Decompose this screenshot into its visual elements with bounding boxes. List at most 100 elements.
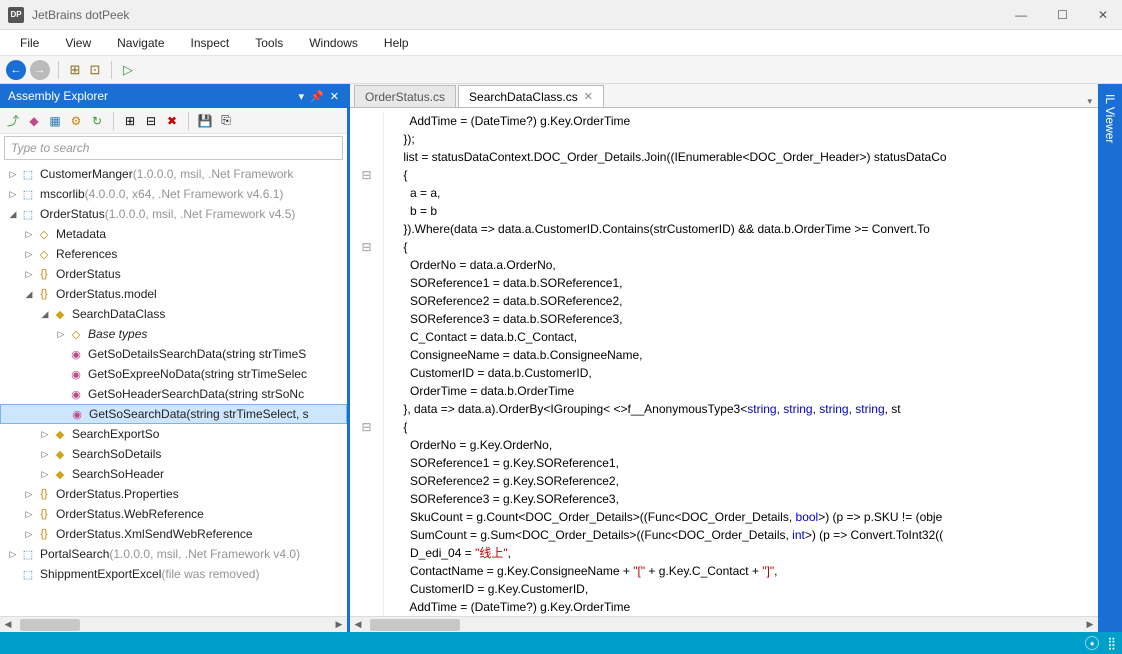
expand-arrow-icon[interactable]: ▷ [6, 549, 20, 560]
expand-arrow-icon[interactable]: ▷ [38, 429, 52, 440]
tree-label: ShippmentExportExcel [40, 567, 161, 581]
assembly-explorer-panel: Assembly Explorer ▾ 📌 ✕ ⤴ ◆ ▦ ⚙ ↻ ⊞ ⊟ ✖ … [0, 84, 350, 632]
il-viewer-tab[interactable]: IL Viewer [1098, 84, 1122, 632]
menu-view[interactable]: View [55, 33, 101, 53]
explorer-hscroll[interactable]: ◀ ▶ [0, 616, 347, 632]
save-icon[interactable]: 💾 [196, 112, 214, 130]
tree-row[interactable]: ▷◆SearchSoHeader [0, 464, 347, 484]
menu-inspect[interactable]: Inspect [181, 33, 240, 53]
tab-searchdataclass-cs[interactable]: SearchDataClass.cs✕ [458, 85, 604, 107]
expand-arrow-icon[interactable]: ◢ [6, 209, 20, 220]
tree-label: OrderStatus [40, 207, 105, 221]
gac-icon[interactable]: ▦ [46, 112, 64, 130]
tree-row[interactable]: ◉GetSoSearchData(string strTimeSelect, s [0, 404, 347, 424]
folder-icon: ◇ [68, 327, 84, 341]
run-icon[interactable]: ▷ [120, 62, 136, 78]
tree-row[interactable]: ▷◇Base types [0, 324, 347, 344]
tab-orderstatus-cs[interactable]: OrderStatus.cs [354, 85, 456, 107]
scroll-thumb[interactable] [370, 619, 460, 631]
nuget-icon[interactable]: ◆ [25, 112, 43, 130]
tree-row[interactable]: ▷{}OrderStatus.XmlSendWebReference [0, 524, 347, 544]
scroll-left-icon[interactable]: ◀ [0, 619, 16, 630]
editor-hscroll[interactable]: ◀ ▶ [350, 616, 1098, 632]
open-icon[interactable]: ⤴ [4, 112, 22, 130]
search-placeholder: Type to search [11, 141, 89, 155]
class-icon: ◆ [52, 447, 68, 461]
lib-icon: ⬚ [20, 207, 36, 221]
tree-row[interactable]: ◉GetSoDetailsSearchData(string strTimeS [0, 344, 347, 364]
tree-label: mscorlib [40, 187, 85, 201]
code-editor[interactable]: ⊟⊟⊟ AddTime = (DateTime?) g.Key.OrderTim… [350, 108, 1098, 616]
tree-row[interactable]: ▷⬚mscorlib (4.0.0.0, x64, .Net Framework… [0, 184, 347, 204]
maximize-button[interactable]: ☐ [1051, 8, 1074, 22]
pin-icon[interactable]: 📌 [310, 90, 324, 103]
expand-arrow-icon[interactable]: ▷ [38, 469, 52, 480]
expand-arrow-icon[interactable]: ▷ [38, 449, 52, 460]
search-input[interactable]: Type to search [4, 136, 343, 160]
expand-arrow-icon[interactable]: ▷ [22, 249, 36, 260]
minimize-button[interactable]: — [1009, 8, 1033, 22]
close-icon[interactable]: ✕ [584, 90, 593, 103]
window-position-icon[interactable]: ▾ [299, 90, 305, 103]
back-button[interactable]: ← [6, 60, 26, 80]
view1-icon[interactable]: ⊞ [121, 112, 139, 130]
toolbar-icon-2[interactable]: ⊡ [87, 62, 103, 78]
expand-arrow-icon[interactable]: ▷ [22, 229, 36, 240]
tree-row[interactable]: ▷⬚CustomerManger (1.0.0.0, msil, .Net Fr… [0, 164, 347, 184]
lib-icon: ⬚ [20, 567, 36, 581]
tree-row[interactable]: ◢{}OrderStatus.model [0, 284, 347, 304]
tree-row[interactable]: ▷◆SearchExportSo [0, 424, 347, 444]
menu-help[interactable]: Help [374, 33, 419, 53]
refresh-icon[interactable]: ↻ [88, 112, 106, 130]
ns-icon: {} [36, 507, 52, 521]
forward-button[interactable]: → [30, 60, 50, 80]
method-icon: ◉ [68, 387, 84, 401]
tab-dropdown-icon[interactable]: ▾ [1081, 96, 1098, 107]
expand-arrow-icon[interactable]: ◢ [38, 309, 52, 320]
export-icon[interactable]: ⎘ [217, 112, 235, 130]
tree-row[interactable]: ▷{}OrderStatus.Properties [0, 484, 347, 504]
tree-row[interactable]: ◉GetSoHeaderSearchData(string strSoNc [0, 384, 347, 404]
expand-arrow-icon[interactable]: ◢ [22, 289, 36, 300]
expand-arrow-icon[interactable]: ▷ [6, 189, 20, 200]
menu-file[interactable]: File [10, 33, 49, 53]
tree-label: SearchSoDetails [72, 447, 161, 461]
tree-row[interactable]: ▷{}OrderStatus.WebReference [0, 504, 347, 524]
expand-arrow-icon[interactable]: ▷ [22, 529, 36, 540]
menu-tools[interactable]: Tools [245, 33, 293, 53]
expand-arrow-icon[interactable]: ▷ [22, 269, 36, 280]
scroll-right-icon[interactable]: ▶ [1082, 619, 1098, 630]
lib-icon: ⬚ [20, 547, 36, 561]
tree-row[interactable]: ▷◇References [0, 244, 347, 264]
expand-arrow-icon[interactable]: ▷ [22, 489, 36, 500]
view2-icon[interactable]: ⊟ [142, 112, 160, 130]
toolbar-icon-1[interactable]: ⊞ [67, 62, 83, 78]
processes-icon[interactable]: ⚙ [67, 112, 85, 130]
tree-row[interactable]: ◢⬚OrderStatus (1.0.0.0, msil, .Net Frame… [0, 204, 347, 224]
tree-label: GetSoSearchData(string strTimeSelect, s [89, 407, 309, 421]
tab-label: OrderStatus.cs [365, 90, 445, 104]
tree-label: GetSoExpreeNoData(string strTimeSelec [88, 367, 307, 381]
panel-close-icon[interactable]: ✕ [330, 90, 339, 103]
scroll-left-icon[interactable]: ◀ [350, 619, 366, 630]
menu-navigate[interactable]: Navigate [107, 33, 174, 53]
tree-row[interactable]: ◢◆SearchDataClass [0, 304, 347, 324]
tree-row[interactable]: ▷◇Metadata [0, 224, 347, 244]
tree-row[interactable]: ▷◆ SearchSoDetails [0, 444, 347, 464]
tree-row[interactable]: ▷{}OrderStatus [0, 264, 347, 284]
status-progress-icon[interactable]: ● [1085, 636, 1099, 650]
expand-arrow-icon[interactable]: ▷ [22, 509, 36, 520]
expand-arrow-icon[interactable]: ▷ [6, 169, 20, 180]
class-icon: ◆ [52, 307, 68, 321]
scroll-right-icon[interactable]: ▶ [331, 619, 347, 630]
tree-row[interactable]: ◉GetSoExpreeNoData(string strTimeSelec [0, 364, 347, 384]
clear-icon[interactable]: ✖ [163, 112, 181, 130]
menu-windows[interactable]: Windows [299, 33, 368, 53]
lib-icon: ⬚ [20, 187, 36, 201]
tree-row[interactable]: ▷⬚PortalSearch (1.0.0.0, msil, .Net Fram… [0, 544, 347, 564]
scroll-thumb[interactable] [20, 619, 80, 631]
close-button[interactable]: ✕ [1092, 8, 1114, 22]
expand-arrow-icon[interactable]: ▷ [54, 329, 68, 340]
tree-row[interactable]: ⬚ShippmentExportExcel (file was removed) [0, 564, 347, 584]
assembly-tree[interactable]: ▷⬚CustomerManger (1.0.0.0, msil, .Net Fr… [0, 162, 347, 616]
